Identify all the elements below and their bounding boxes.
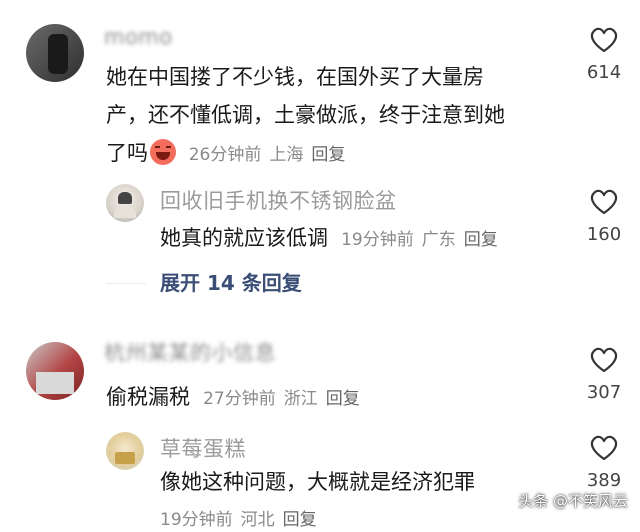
comment-location: 上海	[269, 145, 304, 165]
avatar[interactable]	[26, 342, 84, 400]
comment-text: 偷税漏税	[106, 385, 190, 409]
comment-text-fragment: 了吗	[106, 141, 148, 165]
reply-avatar[interactable]	[106, 184, 144, 222]
reply-button[interactable]: 回复	[464, 230, 498, 250]
reply-location: 广东	[421, 230, 456, 250]
expand-replies-button[interactable]: 展开 14 条回复	[160, 269, 302, 297]
watermark: 头条 @不笑风云	[518, 492, 628, 510]
reply-time: 19分钟前	[160, 510, 233, 530]
comment-meta: 26分钟前 上海 回复	[189, 145, 346, 165]
comment-time: 26分钟前	[188, 145, 262, 165]
avatar[interactable]	[26, 24, 84, 82]
comment-username[interactable]: momo	[104, 24, 173, 50]
like-control[interactable]: 389	[579, 434, 629, 491]
reply-time: 19分钟前	[341, 230, 414, 250]
like-count: 614	[586, 62, 622, 83]
comment-text-line: 了吗 26分钟前 上海 回复	[106, 134, 576, 174]
like-control[interactable]: 307	[579, 346, 629, 403]
reply-meta: 19分钟前 广东 回复	[341, 230, 498, 250]
reply-username[interactable]: 草莓蛋糕	[160, 435, 246, 463]
comment-text-line: 产，还不懂低调，土豪做派，终于注意到她	[106, 103, 505, 127]
reply-text: 像她这种问题，大概就是经济犯罪	[160, 470, 475, 494]
reply-avatar[interactable]	[106, 432, 144, 470]
reply-body: 她真的就应该低调 19分钟前 广东 回复	[160, 222, 498, 256]
comment-location: 浙江	[283, 389, 318, 409]
comment-username[interactable]: 杭州某某的小信息	[104, 340, 276, 366]
emoji-icon	[150, 139, 176, 165]
heart-icon[interactable]	[589, 188, 619, 216]
expand-divider	[106, 283, 146, 284]
like-control[interactable]: 614	[579, 26, 629, 83]
reply-text: 她真的就应该低调	[160, 226, 328, 250]
reply-meta: 19分钟前 河北 回复	[160, 508, 317, 532]
like-count: 160	[586, 224, 622, 245]
comment-meta: 27分钟前 浙江 回复	[203, 389, 360, 409]
reply-button[interactable]: 回复	[326, 389, 360, 409]
reply-button[interactable]: 回复	[311, 145, 345, 165]
heart-icon[interactable]	[589, 346, 619, 374]
reply-location: 河北	[240, 510, 275, 530]
like-count: 389	[586, 470, 622, 491]
comment-time: 27分钟前	[203, 389, 276, 409]
heart-icon[interactable]	[589, 434, 619, 462]
comment-text-line: 她在中国搂了不少钱，在国外买了大量房	[106, 65, 484, 89]
reply-username[interactable]: 回收旧手机换不锈钢脸盆	[160, 187, 397, 215]
heart-icon[interactable]	[589, 26, 619, 54]
like-control[interactable]: 160	[579, 188, 629, 245]
comment-body: 偷税漏税 27分钟前 浙江 回复	[106, 381, 360, 415]
reply-button[interactable]: 回复	[283, 510, 317, 530]
comment-text: 她在中国搂了不少钱，在国外买了大量房 产，还不懂低调，土豪做派，终于注意到她 了…	[106, 58, 576, 174]
like-count: 307	[586, 382, 622, 403]
